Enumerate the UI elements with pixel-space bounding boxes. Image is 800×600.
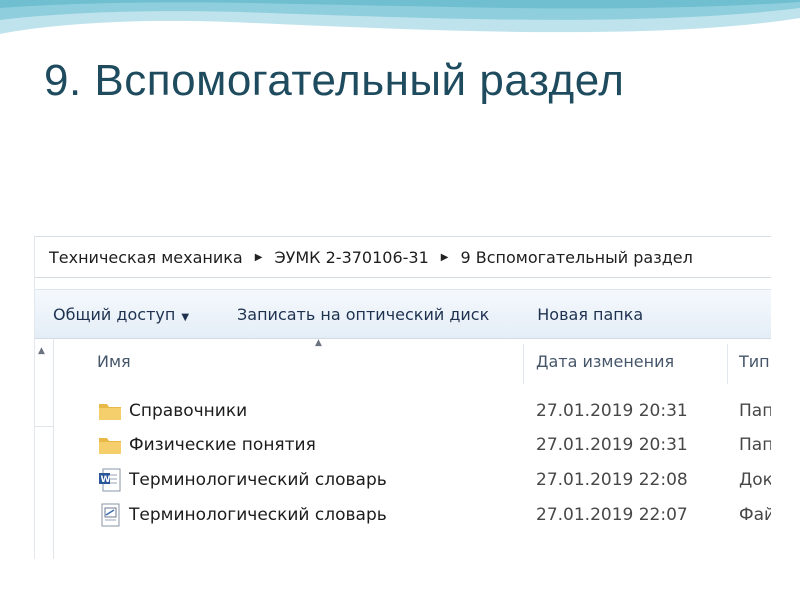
column-header-row: ▲ Имя Дата изменения Тип (53, 338, 771, 384)
text-file-icon (101, 503, 120, 527)
new-folder-button[interactable]: Новая папка (531, 305, 649, 324)
command-toolbar: Общий доступ ▼ Записать на оптический дис… (35, 289, 771, 339)
file-date: 27.01.2019 22:08 (536, 470, 688, 490)
divider (35, 426, 53, 427)
share-button[interactable]: Общий доступ ▼ (47, 305, 195, 324)
folder-icon (99, 404, 121, 420)
sort-ascending-icon: ▲ (315, 338, 322, 348)
address-bar[interactable]: Техническая механика ▶ ЭУМК 2-370106-31 … (35, 237, 771, 278)
file-row[interactable]: Терминологический словарь 27.01.2019 22:… (53, 498, 771, 532)
breadcrumb-item[interactable]: ЭУМК 2-370106-31 (274, 248, 428, 267)
file-date: 27.01.2019 20:31 (536, 435, 688, 455)
column-header-type[interactable]: Тип (739, 352, 770, 371)
breadcrumb-arrow-icon[interactable]: ▶ (441, 252, 449, 263)
navigation-pane[interactable]: ▲ (35, 338, 54, 559)
file-list-pane: ▲ ▲ Имя Дата изменения Тип Справочники 2… (35, 338, 771, 559)
file-name: Терминологический словарь (129, 470, 387, 490)
column-header-date[interactable]: Дата изменения (536, 352, 674, 371)
file-row[interactable]: Физические понятия 27.01.2019 20:31 Пап (53, 428, 771, 462)
breadcrumb-item[interactable]: 9 Вспомогательный раздел (460, 248, 692, 267)
file-row[interactable]: Справочники 27.01.2019 20:31 Пап (53, 394, 771, 428)
column-divider[interactable] (727, 344, 728, 384)
burn-disc-button[interactable]: Записать на оптический диск (231, 305, 495, 324)
column-header-name[interactable]: Имя (97, 352, 131, 371)
file-name: Физические понятия (129, 435, 316, 455)
slide-title: 9. Вспомогательный раздел (44, 56, 625, 105)
file-date: 27.01.2019 20:31 (536, 401, 688, 421)
file-row[interactable]: W Терминологический словарь 27.01.2019 2… (53, 463, 771, 497)
share-button-label: Общий доступ (53, 304, 176, 324)
word-document-icon: W (99, 468, 121, 492)
column-divider[interactable] (523, 344, 524, 384)
file-name: Справочники (129, 401, 248, 421)
decorative-wave (0, 0, 800, 34)
file-type: Фай (739, 505, 771, 525)
chevron-down-icon: ▼ (181, 311, 190, 323)
file-type: Пап (739, 401, 771, 421)
explorer-window: Техническая механика ▶ ЭУМК 2-370106-31 … (34, 236, 771, 559)
svg-text:W: W (101, 475, 111, 485)
file-name: Терминологический словарь (129, 505, 387, 525)
breadcrumb-arrow-icon[interactable]: ▶ (255, 252, 263, 263)
folder-icon (99, 438, 121, 454)
breadcrumb-item[interactable]: Техническая механика (49, 248, 243, 267)
file-type: Док (739, 470, 771, 490)
collapse-up-icon[interactable]: ▲ (38, 346, 45, 356)
file-type: Пап (739, 435, 771, 455)
file-date: 27.01.2019 22:07 (536, 505, 688, 525)
